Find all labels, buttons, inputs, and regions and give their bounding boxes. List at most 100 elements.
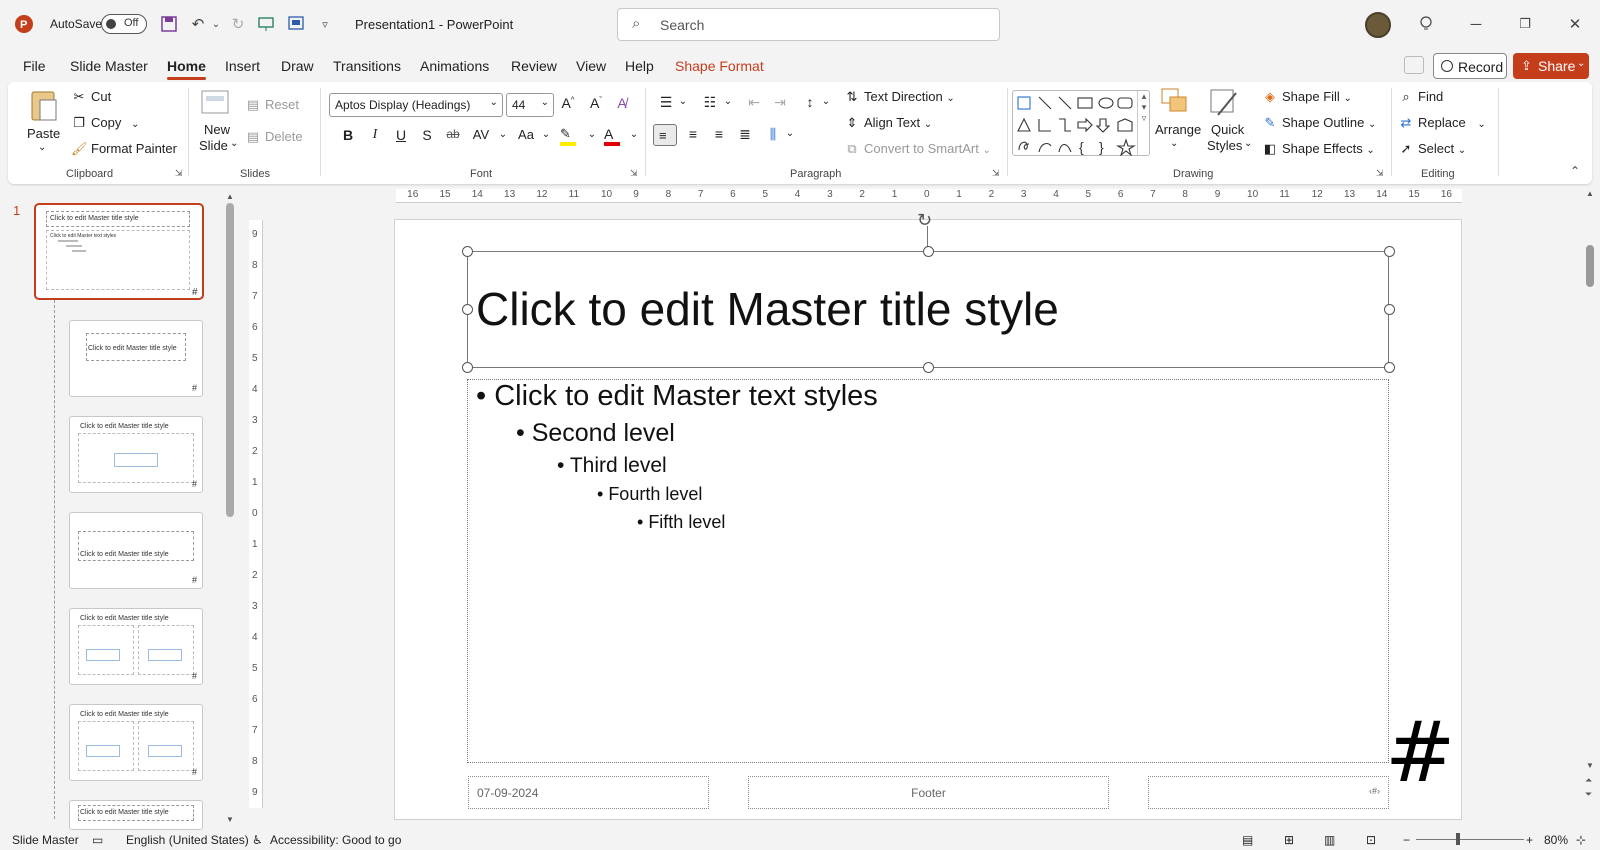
numbering-icon[interactable]: ☷	[700, 94, 720, 111]
tab-view[interactable]: View	[576, 58, 606, 74]
presenter-view-icon[interactable]: ⊡	[1366, 833, 1376, 847]
slide-title[interactable]: Click to edit Master title style	[476, 282, 1059, 336]
new-slide-dropdown-icon[interactable]: ⌄	[230, 138, 238, 149]
tab-shape-format[interactable]: Shape Format	[675, 58, 764, 74]
user-avatar[interactable]	[1365, 12, 1391, 38]
comments-icon[interactable]	[1404, 56, 1424, 74]
previous-slide-icon[interactable]: ⏶	[1585, 775, 1592, 786]
slide-number-placeholder[interactable]: ‹#›	[1148, 776, 1389, 809]
decrease-indent-icon[interactable]: ⇤	[744, 94, 764, 111]
tab-transitions[interactable]: Transitions	[333, 58, 401, 74]
resize-handle[interactable]	[1384, 362, 1395, 373]
notes-icon[interactable]: ▭	[92, 833, 103, 847]
new-slide-quick-icon[interactable]	[286, 14, 306, 34]
align-left-button[interactable]: ≡	[653, 124, 677, 146]
paste-dropdown-icon[interactable]: ⌄	[38, 142, 46, 153]
close-icon[interactable]: ✕	[1565, 14, 1585, 34]
body-placeholder[interactable]: • Click to edit Master text styles • Sec…	[467, 379, 1389, 763]
decrease-font-size-icon[interactable]: Aˇ	[586, 95, 606, 111]
lightbulb-icon[interactable]	[1416, 14, 1436, 34]
body-level-2[interactable]: • Second level	[516, 419, 675, 448]
shape-fill-button[interactable]: ◈ Shape Fill ⌄	[1262, 89, 1352, 105]
delete-button[interactable]: ▤ Delete	[245, 129, 303, 145]
customize-toolbar-icon[interactable]: ▿	[315, 14, 335, 34]
shapes-gallery[interactable]: {} ▴ ▾ ▿	[1012, 90, 1150, 156]
format-painter-button[interactable]: 🖌 Format Painter	[71, 141, 177, 157]
thumbnail-layout-3[interactable]: Click to edit Master title style #	[69, 416, 203, 493]
font-size-select[interactable]: 44 ⌄	[506, 93, 554, 117]
chevron-down-icon[interactable]: ⌄	[816, 96, 836, 107]
resize-handle[interactable]	[923, 362, 934, 373]
paragraph-launcher-icon[interactable]: ⇲	[992, 168, 1000, 179]
bold-button[interactable]: B	[338, 127, 358, 143]
resize-handle[interactable]	[462, 246, 473, 257]
tab-help[interactable]: Help	[625, 58, 654, 74]
body-level-5[interactable]: • Fifth level	[637, 512, 725, 533]
thumbnail-layout-2[interactable]: Click to edit Master title style #	[69, 320, 203, 397]
slide-sorter-icon[interactable]: ⊞	[1284, 833, 1294, 847]
new-slide-icon[interactable]	[200, 88, 232, 120]
resize-handle[interactable]	[462, 304, 473, 315]
clipboard-launcher-icon[interactable]: ⇲	[175, 168, 183, 179]
editor-scrollbar-thumb[interactable]	[1586, 245, 1594, 287]
share-button[interactable]: ⇪ Share ⌄	[1513, 53, 1589, 79]
thumbnail-master[interactable]: Click to edit Master title style Click t…	[34, 203, 204, 300]
chevron-down-icon[interactable]: ⌄	[673, 96, 693, 107]
accessibility-icon[interactable]: ♿	[252, 833, 263, 847]
zoom-in-icon[interactable]: +	[1526, 833, 1533, 847]
align-right-icon[interactable]: ≡	[709, 126, 729, 142]
chevron-down-icon[interactable]: ⌄	[582, 129, 602, 140]
resize-handle[interactable]	[462, 362, 473, 373]
text-shadow-button[interactable]: S	[417, 127, 437, 143]
italic-button[interactable]: I	[365, 127, 385, 143]
next-slide-icon[interactable]: ⏷	[1585, 789, 1592, 800]
paste-icon[interactable]	[28, 88, 60, 124]
justify-icon[interactable]: ≣	[735, 126, 755, 143]
tab-home[interactable]: Home	[167, 58, 206, 80]
chevron-down-icon[interactable]: ⌄	[624, 129, 644, 140]
replace-button[interactable]: ⇄ Replace ⌄	[1398, 115, 1486, 131]
minimize-icon[interactable]: ─	[1466, 14, 1486, 34]
thumbnail-scrollbar-thumb[interactable]	[226, 203, 234, 517]
align-text-button[interactable]: ⇕ Align Text ⌄	[844, 115, 933, 131]
scroll-up-icon[interactable]: ▲	[1586, 189, 1594, 198]
thumbnail-layout-5[interactable]: Click to edit Master title style #	[69, 608, 203, 685]
text-direction-button[interactable]: ⇅ Text Direction ⌄	[844, 89, 955, 105]
tab-file[interactable]: File	[23, 58, 46, 74]
quick-styles-dropdown-icon[interactable]: ⌄	[1244, 138, 1252, 149]
zoom-slider[interactable]	[1416, 839, 1524, 840]
scroll-up-icon[interactable]: ▲	[226, 192, 234, 201]
tab-draw[interactable]: Draw	[281, 58, 314, 74]
arrange-icon[interactable]	[1160, 87, 1190, 119]
date-placeholder[interactable]: 07-09-2024	[468, 776, 709, 809]
new-slide-label-2[interactable]: Slide	[199, 138, 228, 153]
accessibility-label[interactable]: Accessibility: Good to go	[270, 833, 401, 847]
chevron-down-icon[interactable]: ⌄	[536, 129, 556, 140]
rotate-handle-icon[interactable]: ↻	[917, 210, 932, 231]
undo-dropdown-icon[interactable]: ⌄	[206, 14, 226, 34]
shapes-scroll[interactable]: ▴ ▾ ▿	[1137, 91, 1150, 155]
find-button[interactable]: ⌕ Find	[1398, 89, 1443, 105]
redo-icon[interactable]: ↻	[228, 14, 248, 34]
shape-outline-button[interactable]: ✎ Shape Outline ⌄	[1262, 115, 1377, 131]
tab-slide-master[interactable]: Slide Master	[70, 58, 148, 74]
present-from-beginning-icon[interactable]	[256, 14, 276, 34]
character-spacing-button[interactable]: AV	[471, 127, 491, 142]
thumbnail-layout-6[interactable]: Click to edit Master title style #	[69, 704, 203, 781]
normal-view-icon[interactable]: ▤	[1242, 833, 1253, 847]
arrange-dropdown-icon[interactable]: ⌄	[1170, 138, 1178, 149]
change-case-button[interactable]: Aa	[516, 127, 536, 142]
chevron-down-icon[interactable]: ⌄	[718, 96, 738, 107]
fit-to-window-icon[interactable]: ⊹	[1576, 833, 1586, 847]
quick-styles-label-1[interactable]: Quick	[1211, 122, 1244, 137]
autosave-toggle[interactable]: Off	[101, 14, 147, 34]
zoom-slider-thumb[interactable]	[1456, 833, 1460, 845]
large-hash-glyph[interactable]: #	[1385, 710, 1455, 794]
clear-formatting-icon[interactable]: A̸	[612, 95, 632, 111]
tab-review[interactable]: Review	[511, 58, 557, 74]
chevron-down-icon[interactable]: ⌄	[780, 128, 800, 139]
body-level-3[interactable]: • Third level	[557, 454, 667, 478]
language-label[interactable]: English (United States)	[126, 833, 249, 847]
scroll-down-icon[interactable]: ▼	[1586, 761, 1594, 770]
reset-button[interactable]: ▤ Reset	[245, 97, 299, 113]
